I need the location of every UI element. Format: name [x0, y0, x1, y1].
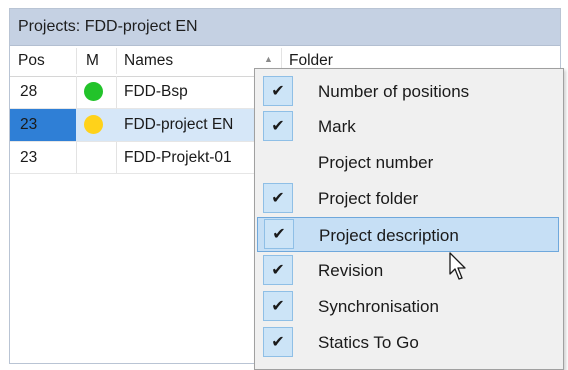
menu-item-project-number[interactable]: Project number — [255, 145, 563, 180]
menu-item-label: Number of positions — [318, 81, 470, 101]
menu-item-label: Statics To Go — [318, 332, 419, 352]
menu-item-label: Project folder — [318, 188, 419, 208]
menu-item-label: Mark — [318, 116, 356, 136]
column-header-mark-label: M — [86, 52, 99, 69]
menu-item-project-description[interactable]: ✔ Project description — [257, 217, 559, 252]
checkmark-icon: ✔ — [263, 76, 293, 106]
column-divider[interactable] — [116, 48, 117, 74]
column-header-names[interactable]: Names — [124, 46, 254, 76]
menu-item-label: Revision — [318, 260, 384, 280]
column-header-pos[interactable]: Pos — [18, 46, 74, 76]
menu-item-synchronisation[interactable]: ✔ Synchronisation — [255, 289, 563, 324]
mark-dot — [84, 115, 103, 134]
checkmark-icon: ✔ — [263, 111, 293, 141]
panel-title: Projects: FDD-project EN — [18, 18, 198, 35]
column-chooser-menu: ✔ Number of positions ✔ Mark Project num… — [254, 68, 564, 370]
column-header-mark[interactable]: M — [86, 46, 116, 76]
menu-item-label: Project number — [318, 152, 434, 172]
column-header-names-label: Names — [124, 52, 174, 69]
column-header-pos-label: Pos — [18, 52, 45, 69]
menu-item-label: Synchronisation — [318, 296, 439, 316]
row-pos: 23 — [10, 109, 76, 141]
row-pos: 23 — [20, 149, 38, 166]
menu-item-revision[interactable]: ✔ Revision — [255, 253, 563, 288]
menu-item-label: Project description — [319, 225, 459, 245]
column-divider[interactable] — [76, 48, 77, 74]
row-pos: 28 — [20, 83, 38, 100]
checkmark-icon: ✔ — [263, 183, 293, 213]
mark-dot — [84, 82, 103, 101]
menu-item-project-folder[interactable]: ✔ Project folder — [255, 181, 563, 216]
arrow-cursor-icon — [449, 252, 466, 280]
row-name: FDD-Bsp — [124, 83, 188, 100]
menu-item-statics-to-go[interactable]: ✔ Statics To Go — [255, 325, 563, 360]
sort-ascending-icon: ▲ — [264, 54, 273, 64]
panel-title-bar: Projects: FDD-project EN — [10, 9, 560, 46]
checkmark-icon: ✔ — [264, 219, 294, 249]
row-name: FDD-Projekt-01 — [124, 149, 232, 166]
checkmark-icon: ✔ — [263, 291, 293, 321]
row-name: FDD-project EN — [124, 116, 234, 133]
menu-item-mark[interactable]: ✔ Mark — [255, 109, 563, 144]
menu-item-number-of-positions[interactable]: ✔ Number of positions — [255, 74, 563, 109]
checkmark-icon: ✔ — [263, 327, 293, 357]
checkmark-icon: ✔ — [263, 255, 293, 285]
